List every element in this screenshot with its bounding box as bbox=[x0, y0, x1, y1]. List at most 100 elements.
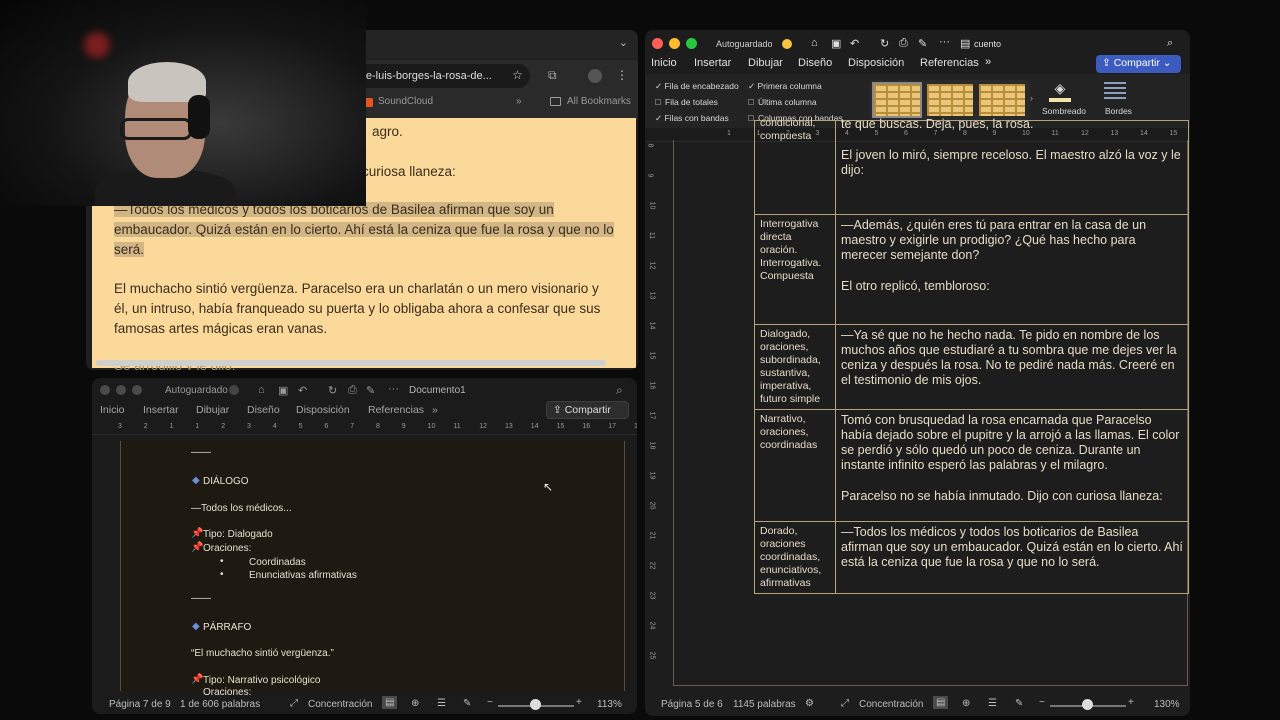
tab-inicio[interactable]: Inicio bbox=[100, 404, 125, 416]
table-style-1[interactable] bbox=[872, 82, 922, 118]
zoom-slider-knob[interactable] bbox=[1082, 699, 1093, 710]
draft-icon[interactable]: ✎ bbox=[1015, 698, 1023, 709]
bookmark-all[interactable]: All Bookmarks bbox=[567, 96, 631, 107]
word-count[interactable]: 1145 palabras bbox=[733, 699, 796, 710]
zoom-slider-knob[interactable] bbox=[530, 699, 541, 710]
table-style-2[interactable] bbox=[925, 82, 975, 118]
more-icon[interactable]: ··· bbox=[388, 383, 399, 395]
outline-icon[interactable]: ☰ bbox=[437, 698, 446, 709]
analysis-table: condicional, compuesta te que buscas. De… bbox=[754, 117, 1189, 594]
share-button[interactable]: ⇪ Compartir ⌄ bbox=[1096, 55, 1181, 73]
table-row: condicional, compuesta te que buscas. De… bbox=[754, 117, 1189, 215]
table-style-3[interactable] bbox=[977, 82, 1027, 118]
print-layout-icon[interactable]: ▤ bbox=[382, 696, 398, 709]
redo-icon[interactable]: ↻ bbox=[880, 37, 889, 50]
home-icon[interactable]: ⌂ bbox=[258, 384, 265, 396]
option-header-row[interactable]: ✓ Fila de encabezado bbox=[655, 81, 739, 92]
borders-icon[interactable] bbox=[1104, 82, 1126, 100]
zoom-button[interactable] bbox=[686, 38, 697, 49]
option-total-row[interactable]: Fila de totales bbox=[655, 97, 718, 107]
minimize-button[interactable] bbox=[116, 385, 126, 395]
chevron-right-icon[interactable]: » bbox=[516, 96, 522, 107]
zoom-out-icon[interactable]: − bbox=[487, 697, 493, 708]
home-icon[interactable]: ⌂ bbox=[811, 37, 818, 49]
zoom-level[interactable]: 130% bbox=[1154, 699, 1180, 710]
chevron-right-icon[interactable]: » bbox=[985, 56, 991, 68]
vertical-ruler[interactable]: 8 9 10 11 12 13 14 15 16 17 18 19 20 21 22 23 24 25 bbox=[645, 142, 659, 702]
save-icon[interactable]: ▣ bbox=[831, 37, 841, 50]
option-banded-rows[interactable]: ✓ Filas con bandas bbox=[655, 113, 729, 124]
chevron-right-icon[interactable]: » bbox=[432, 404, 438, 416]
focus-mode[interactable]: Concentración bbox=[859, 699, 923, 710]
star-icon[interactable]: ☆ bbox=[512, 68, 523, 82]
option-last-column[interactable]: Última columna bbox=[748, 97, 817, 107]
shading-label[interactable]: Sombreado bbox=[1042, 106, 1086, 116]
tab-insertar[interactable]: Insertar bbox=[143, 404, 179, 416]
search-icon[interactable]: ⌕ bbox=[616, 383, 623, 398]
zoom-in-icon[interactable]: + bbox=[1128, 697, 1134, 708]
draft-icon[interactable]: ✎ bbox=[463, 698, 471, 709]
option-first-column[interactable]: ✓ Primera columna bbox=[748, 81, 822, 92]
save-icon[interactable]: ▣ bbox=[278, 384, 288, 397]
tab-diseno[interactable]: Diseño bbox=[247, 404, 280, 416]
search-icon[interactable]: ⌕ bbox=[1167, 37, 1173, 50]
ruler-tick-label: 16 bbox=[648, 381, 656, 390]
minimize-button[interactable] bbox=[669, 38, 680, 49]
profile-icon[interactable] bbox=[588, 69, 602, 83]
tab-dibujar[interactable]: Dibujar bbox=[748, 57, 783, 69]
autosave-toggle[interactable] bbox=[229, 385, 239, 395]
page-count[interactable]: Página 7 de 9 bbox=[109, 699, 171, 710]
tab-disposicion[interactable]: Disposición bbox=[296, 404, 350, 416]
edit-icon[interactable]: ✎ bbox=[918, 37, 927, 50]
tab-dibujar[interactable]: Dibujar bbox=[196, 404, 229, 416]
borders-label[interactable]: Bordes bbox=[1105, 106, 1132, 116]
zoom-out-icon[interactable]: − bbox=[1039, 697, 1045, 708]
tab-referencias[interactable]: Referencias bbox=[368, 404, 424, 416]
menu-icon[interactable]: ⋮ bbox=[616, 68, 628, 82]
ruler-tick-label: 25 bbox=[648, 651, 656, 660]
web-layout-icon[interactable]: ⊕ bbox=[411, 698, 419, 709]
focus-icon[interactable]: ⤢ bbox=[290, 698, 298, 709]
page-count[interactable]: Página 5 de 6 bbox=[661, 699, 723, 710]
tab-diseno[interactable]: Diseño bbox=[798, 57, 832, 69]
close-button[interactable] bbox=[100, 385, 110, 395]
undo-icon[interactable]: ↶ bbox=[850, 37, 859, 50]
table-style-gallery[interactable] bbox=[870, 80, 1030, 120]
word-count[interactable]: 1 de 606 palabras bbox=[180, 699, 260, 710]
chevron-down-icon[interactable]: ⌄ bbox=[619, 36, 628, 49]
address-bar[interactable]: orge-luis-borges-la-rosa-de... bbox=[340, 64, 530, 88]
focus-icon[interactable]: ⤢ bbox=[841, 698, 849, 709]
horizontal-scrollbar[interactable] bbox=[96, 360, 606, 366]
focus-mode[interactable]: Concentración bbox=[308, 699, 372, 710]
print-layout-icon[interactable]: ▤ bbox=[933, 696, 949, 709]
bullet-item: Coordinadas bbox=[249, 557, 306, 568]
print-icon[interactable]: ⎙ bbox=[899, 37, 908, 50]
tab-inicio[interactable]: Inicio bbox=[651, 57, 677, 69]
web-layout-icon[interactable]: ⊕ bbox=[962, 698, 970, 709]
outline-icon[interactable]: ☰ bbox=[988, 698, 997, 709]
autosave-label: Autoguardado bbox=[165, 385, 228, 396]
undo-icon[interactable]: ↶ bbox=[298, 384, 307, 397]
print-icon[interactable]: ⎙ bbox=[348, 384, 357, 397]
document-title[interactable]: cuento bbox=[974, 39, 1001, 49]
shading-icon[interactable]: ◈ bbox=[1049, 80, 1071, 102]
close-button[interactable] bbox=[652, 38, 663, 49]
gallery-chevron-icon[interactable]: › bbox=[1030, 93, 1033, 103]
tab-referencias[interactable]: Referencias bbox=[920, 57, 979, 69]
more-icon[interactable]: ··· bbox=[939, 36, 950, 48]
tab-disposicion[interactable]: Disposición bbox=[848, 57, 904, 69]
horizontal-ruler[interactable]: 321123456789101112131415161718 bbox=[92, 421, 637, 435]
webcam-overlay bbox=[0, 0, 366, 206]
tab-insertar[interactable]: Insertar bbox=[694, 57, 731, 69]
autosave-toggle[interactable] bbox=[782, 39, 792, 49]
ruler-tick-label: 14 bbox=[648, 321, 656, 330]
zoom-level[interactable]: 113% bbox=[597, 699, 622, 710]
redo-icon[interactable]: ↻ bbox=[328, 384, 337, 397]
zoom-in-icon[interactable]: + bbox=[576, 697, 582, 708]
bookmark-soundcloud[interactable]: SoundCloud bbox=[378, 96, 433, 107]
edit-icon[interactable]: ✎ bbox=[366, 384, 375, 397]
zoom-button[interactable] bbox=[132, 385, 142, 395]
extensions-icon[interactable]: ⧉ bbox=[548, 68, 557, 83]
share-button[interactable]: ⇪ Compartir ⌄ bbox=[546, 401, 629, 428]
accessibility-icon[interactable]: ⚙ bbox=[805, 698, 814, 709]
